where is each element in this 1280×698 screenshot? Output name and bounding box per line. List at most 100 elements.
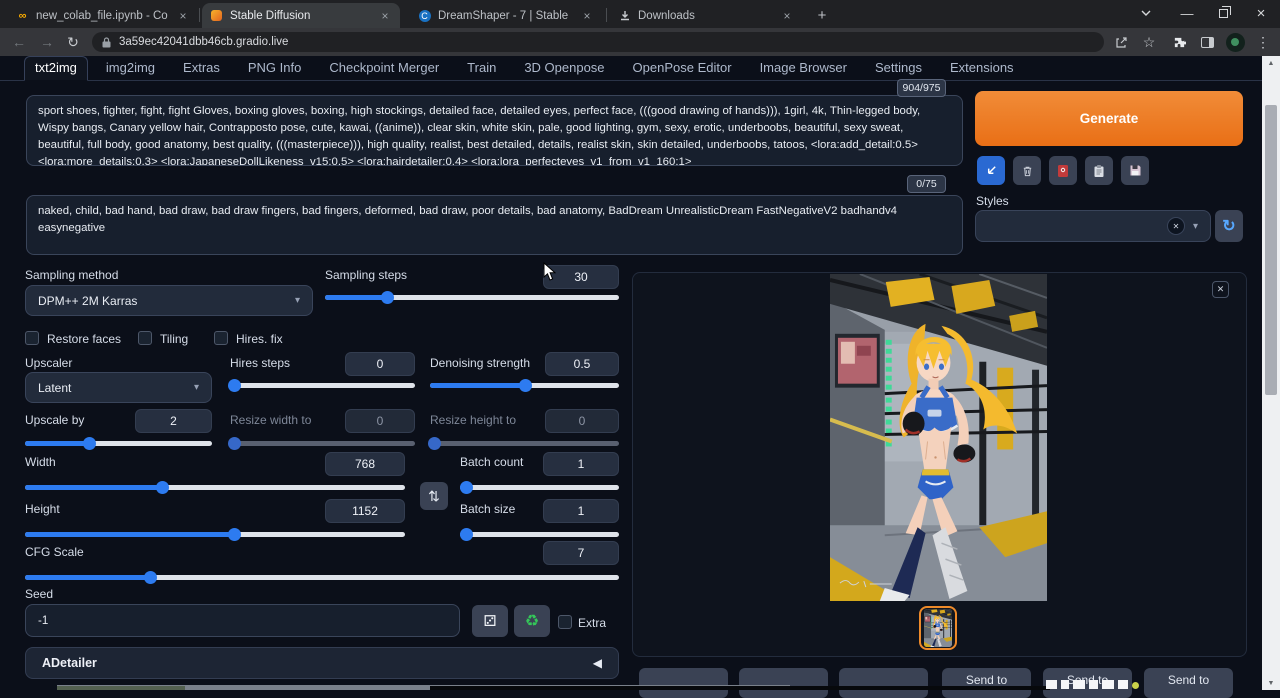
tab-close-icon[interactable]: × <box>780 9 794 23</box>
window-restore-button[interactable] <box>1208 0 1238 26</box>
avatar[interactable] <box>1224 31 1246 53</box>
tab-checkpoint-merger[interactable]: Checkpoint Merger <box>319 57 449 80</box>
tab-extras[interactable]: Extras <box>173 57 230 80</box>
denoising-strength-input[interactable]: 0.5 <box>545 352 619 376</box>
window-minimize-button[interactable]: — <box>1172 0 1202 26</box>
address-bar[interactable]: 3a59ec42041dbb46cb.gradio.live <box>92 32 1104 52</box>
scroll-down-icon[interactable]: ▼ <box>1262 676 1280 690</box>
sampling-method-dropdown[interactable]: DPM++ 2M Karras ▾ <box>25 285 313 316</box>
height-input[interactable]: 1152 <box>325 499 405 523</box>
tab-img2img[interactable]: img2img <box>96 57 165 80</box>
extensions-puzzle-icon[interactable] <box>1168 31 1190 53</box>
batch-size-input[interactable]: 1 <box>543 499 619 523</box>
generated-image[interactable] <box>830 274 1047 601</box>
swap-width-height-button[interactable]: ⇅ <box>420 482 448 510</box>
tab-close-icon[interactable]: × <box>176 9 190 23</box>
scrollbar-thumb[interactable] <box>1265 105 1277 395</box>
watermark-fragment <box>1102 680 1114 689</box>
browser-tab-stable-diffusion[interactable]: Stable Diffusion × <box>202 3 400 28</box>
save-style-button[interactable] <box>1121 156 1149 185</box>
upscale-by-input[interactable]: 2 <box>135 409 212 433</box>
tab-openpose-editor[interactable]: OpenPose Editor <box>623 57 742 80</box>
random-seed-button[interactable]: ⚂ <box>472 605 508 637</box>
reload-icon[interactable]: ↻ <box>62 31 84 53</box>
tiling-checkbox[interactable] <box>138 331 152 345</box>
upscale-by-slider[interactable] <box>25 436 212 450</box>
upscaler-dropdown[interactable]: Latent ▾ <box>25 372 212 403</box>
apply-styles-button[interactable] <box>1085 156 1113 185</box>
negative-prompt-input[interactable]: naked, child, bad hand, bad draw, bad dr… <box>26 195 963 255</box>
slider-handle[interactable] <box>460 528 473 541</box>
generate-button[interactable]: Generate <box>975 91 1243 146</box>
height-slider[interactable] <box>25 527 405 541</box>
styles-refresh-button[interactable]: ↻ <box>1215 210 1243 242</box>
height-label: Height <box>25 502 60 516</box>
adetailer-accordion[interactable]: ADetailer ◀ <box>25 647 619 679</box>
tab-train[interactable]: Train <box>457 57 506 80</box>
slider-handle[interactable] <box>228 528 241 541</box>
width-slider[interactable] <box>25 480 405 494</box>
styles-clear-icon[interactable]: ✕ <box>1167 217 1185 235</box>
hires-steps-input[interactable]: 0 <box>345 352 415 376</box>
cfg-scale-slider[interactable] <box>25 570 619 584</box>
chevron-down-icon: ▾ <box>1193 221 1198 232</box>
browser-tab-colab[interactable]: ∞ new_colab_file.ipynb - Colaborat × <box>8 3 198 28</box>
tab-separator <box>606 8 607 22</box>
tab-settings[interactable]: Settings <box>865 57 932 80</box>
side-panel-icon[interactable] <box>1196 31 1218 53</box>
batch-count-slider[interactable] <box>460 480 619 494</box>
send-to-img2img-button[interactable]: Send to <box>942 668 1031 698</box>
seed-input[interactable]: -1 <box>25 604 460 637</box>
slider-handle[interactable] <box>156 481 169 494</box>
batch-count-input[interactable]: 1 <box>543 452 619 476</box>
window-close-button[interactable]: × <box>1246 0 1276 26</box>
sampling-steps-slider[interactable] <box>325 290 619 304</box>
scroll-up-icon[interactable]: ▲ <box>1262 56 1280 70</box>
slider-handle[interactable] <box>519 379 532 392</box>
tab-3d-openpose[interactable]: 3D Openpose <box>514 57 614 80</box>
open-folder-button[interactable] <box>639 668 728 698</box>
gallery-thumbnail-selected[interactable] <box>919 606 957 650</box>
tab-search-chevron-icon[interactable] <box>1131 0 1161 26</box>
clear-prompt-button[interactable] <box>1013 156 1041 185</box>
hires-fix-checkbox[interactable] <box>214 331 228 345</box>
save-button[interactable] <box>739 668 828 698</box>
sampling-method-value: DPM++ 2M Karras <box>38 294 137 308</box>
extra-seed-checkbox[interactable] <box>558 615 572 629</box>
slider-handle[interactable] <box>381 291 394 304</box>
slider-handle[interactable] <box>144 571 157 584</box>
gallery-close-button[interactable]: ✕ <box>1212 281 1229 298</box>
browser-tab-downloads[interactable]: Downloads × <box>610 3 802 28</box>
cfg-scale-input[interactable]: 7 <box>543 541 619 565</box>
forward-icon[interactable]: → <box>36 31 58 53</box>
share-icon[interactable] <box>1110 31 1132 53</box>
slider-handle[interactable] <box>460 481 473 494</box>
extra-networks-button[interactable] <box>1049 156 1077 185</box>
hires-steps-label: Hires steps <box>230 356 290 370</box>
tab-png-info[interactable]: PNG Info <box>238 57 311 80</box>
paste-generation-params-button[interactable] <box>977 156 1005 185</box>
page-scrollbar[interactable]: ▲ ▼ <box>1262 56 1280 690</box>
reuse-seed-button[interactable]: ♻ <box>514 605 550 637</box>
new-tab-button[interactable]: + <box>808 3 836 28</box>
width-input[interactable]: 768 <box>325 452 405 476</box>
styles-dropdown[interactable]: ✕ ▾ <box>975 210 1211 242</box>
zip-button[interactable] <box>839 668 928 698</box>
tab-image-browser[interactable]: Image Browser <box>750 57 857 80</box>
batch-size-slider[interactable] <box>460 527 619 541</box>
bookmark-star-icon[interactable]: ☆ <box>1138 31 1160 53</box>
prompt-input[interactable]: sport shoes, fighter, fight, fight Glove… <box>26 95 963 166</box>
tab-close-icon[interactable]: × <box>580 9 594 23</box>
slider-handle[interactable] <box>83 437 96 450</box>
back-icon[interactable]: ← <box>8 31 30 53</box>
slider-handle[interactable] <box>228 379 241 392</box>
tab-close-icon[interactable]: × <box>378 9 392 23</box>
restore-faces-checkbox[interactable] <box>25 331 39 345</box>
kebab-menu-icon[interactable]: ⋮ <box>1252 31 1274 53</box>
tab-extensions[interactable]: Extensions <box>940 57 1024 80</box>
denoising-strength-slider[interactable] <box>430 378 619 392</box>
hires-steps-slider[interactable] <box>230 378 415 392</box>
tab-txt2img[interactable]: txt2img <box>24 56 88 81</box>
browser-tab-civitai[interactable]: C DreamShaper - 7 | Stable Diffusio × <box>410 3 602 28</box>
send-to-extras-button[interactable]: Send to <box>1144 668 1233 698</box>
